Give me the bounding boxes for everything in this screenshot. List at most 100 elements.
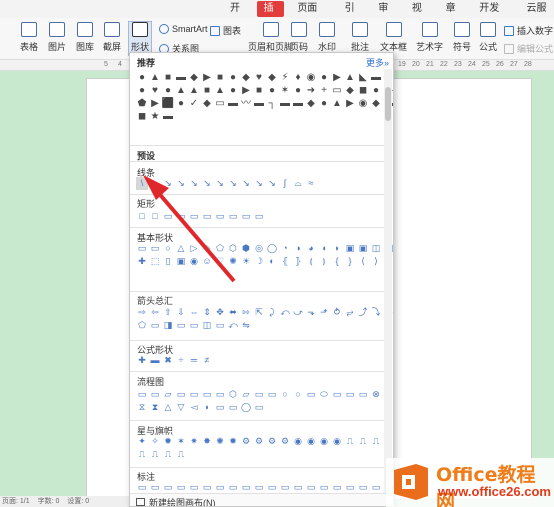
shape-option[interactable]: ● [318, 97, 330, 110]
shape-option[interactable]: ⤵ [370, 306, 382, 319]
shape-option[interactable]: ⬢ [240, 242, 252, 255]
header-footer-button[interactable]: 页眉和页脚 [248, 22, 293, 53]
shape-option[interactable]: ♡ [214, 255, 226, 268]
shape-option[interactable]: ✸ [201, 435, 213, 448]
shape-option[interactable]: ⚡ [279, 71, 291, 84]
screenshot-button[interactable]: 截屏 [103, 22, 121, 53]
shape-option[interactable]: ▯ [162, 255, 174, 268]
scrollbar[interactable] [384, 69, 392, 499]
shape-option[interactable]: ▭ [227, 210, 239, 223]
shape-option[interactable]: ■ [201, 84, 213, 97]
shape-option[interactable]: ⇕ [201, 306, 213, 319]
shape-option[interactable]: ○ [279, 388, 291, 401]
shape-option[interactable]: ↘ [266, 177, 278, 190]
shape-option[interactable]: ✹ [227, 435, 239, 448]
shape-option[interactable]: ⇱ [253, 306, 265, 319]
shape-option[interactable]: ▭ [188, 210, 200, 223]
shape-option[interactable]: ✚ [136, 255, 148, 268]
tab-4[interactable]: 审阅 [371, 1, 399, 30]
shape-option[interactable]: ◯ [240, 401, 252, 414]
shape-option[interactable]: ▭ [214, 388, 226, 401]
shape-option[interactable]: ✶ [175, 435, 187, 448]
shape-option[interactable]: ↘ [214, 177, 226, 190]
shape-option[interactable]: ⬭ [318, 388, 330, 401]
shape-option[interactable]: ▶ [331, 71, 343, 84]
shape-option[interactable]: ⇔ [188, 306, 200, 319]
shape-option[interactable]: ▱ [240, 388, 252, 401]
shape-option[interactable]: ● [136, 71, 148, 84]
shape-option[interactable]: ★ [149, 110, 161, 123]
shape-option[interactable]: ▭ [149, 242, 161, 255]
shape-option[interactable]: ▬ [253, 97, 265, 110]
shape-option[interactable]: ▲ [149, 71, 161, 84]
shape-option[interactable]: ⤸ [266, 306, 278, 319]
shape-option[interactable]: ⬌ [227, 306, 239, 319]
shape-option[interactable]: ▬ [227, 97, 239, 110]
shape-option[interactable]: ▣ [175, 255, 187, 268]
new-canvas-item[interactable]: 新建绘图画布(N) [130, 493, 393, 506]
table-button[interactable]: 表格 [20, 22, 38, 53]
shape-option[interactable]: ◆ [305, 97, 317, 110]
shape-option[interactable]: \ [136, 177, 148, 190]
shape-option[interactable]: ◇ [201, 242, 213, 255]
chart-button[interactable]: 图表 [210, 24, 241, 37]
shape-option[interactable]: □ [136, 210, 148, 223]
shape-option[interactable]: ▶ [240, 84, 252, 97]
shape-option[interactable]: ⎍ [175, 448, 187, 461]
shape-option[interactable]: ↘ [227, 177, 239, 190]
shape-option[interactable]: ⎍ [357, 435, 369, 448]
shape-option[interactable]: ◗ [201, 401, 213, 414]
shape-option[interactable]: ⎍ [149, 448, 161, 461]
shape-option[interactable]: ⧗ [149, 401, 161, 414]
shape-option[interactable]: ✥ [214, 306, 226, 319]
shape-option[interactable]: ● [318, 71, 330, 84]
shape-option[interactable]: ◆ [188, 71, 200, 84]
shape-option[interactable]: ⬚ [149, 255, 161, 268]
tab-0[interactable]: 开始 [223, 1, 251, 30]
shape-option[interactable]: ⚙ [279, 435, 291, 448]
shape-option[interactable]: ⬠ [136, 319, 148, 332]
shape-option[interactable]: ▣ [357, 242, 369, 255]
shape-option[interactable]: ⇨ [136, 306, 148, 319]
shape-option[interactable]: ▭ [136, 388, 148, 401]
shape-option[interactable]: ⬏ [318, 306, 330, 319]
shape-option[interactable]: ✧ [149, 435, 161, 448]
shape-option[interactable]: ⟩ [370, 255, 382, 268]
shape-option[interactable]: ◕ [305, 242, 317, 255]
shape-option[interactable]: ☺ [201, 255, 213, 268]
shape-option[interactable]: ◆ [240, 71, 252, 84]
shape-option[interactable]: ⬠ [214, 242, 226, 255]
tab-6[interactable]: 章节 [439, 1, 467, 30]
shape-option[interactable]: ⇩ [175, 306, 187, 319]
shape-option[interactable]: ✹ [162, 435, 174, 448]
shape-option[interactable]: ◫ [201, 319, 213, 332]
shape-option[interactable]: ◆ [266, 71, 278, 84]
shape-option[interactable]: ⎍ [136, 448, 148, 461]
shape-option[interactable]: ◼ [136, 110, 148, 123]
shape-option[interactable]: ▣ [344, 242, 356, 255]
shape-option[interactable]: ○ [292, 388, 304, 401]
shape-option[interactable]: ♦ [292, 71, 304, 84]
shape-option[interactable]: ▭ [266, 388, 278, 401]
shape-option[interactable]: ▬ [292, 97, 304, 110]
shape-option[interactable]: ⦄ [292, 255, 304, 268]
shape-option[interactable]: ▭ [214, 401, 226, 414]
shape-option[interactable]: ● [227, 71, 239, 84]
shape-option[interactable]: ⎍ [162, 448, 174, 461]
shape-option[interactable]: ◫ [370, 242, 382, 255]
shape-option[interactable]: ● [227, 84, 239, 97]
shape-option[interactable]: ⟨ [357, 255, 369, 268]
more-link[interactable]: 更多» [366, 56, 389, 69]
shape-option[interactable]: ▲ [188, 84, 200, 97]
shape-option[interactable]: ▭ [331, 84, 343, 97]
shape-option[interactable]: ≈ [305, 177, 317, 190]
shape-option[interactable]: ▲ [344, 71, 356, 84]
shape-option[interactable]: ⦅ [305, 255, 317, 268]
shape-option[interactable]: ✓ [188, 97, 200, 110]
shape-option[interactable]: ⤺ [279, 306, 291, 319]
shape-option[interactable]: ⤻ [292, 306, 304, 319]
shape-option[interactable]: ▭ [175, 210, 187, 223]
shape-option[interactable]: ✦ [136, 435, 148, 448]
shape-option[interactable]: ▭ [149, 388, 161, 401]
shape-option[interactable]: ♥ [253, 71, 265, 84]
